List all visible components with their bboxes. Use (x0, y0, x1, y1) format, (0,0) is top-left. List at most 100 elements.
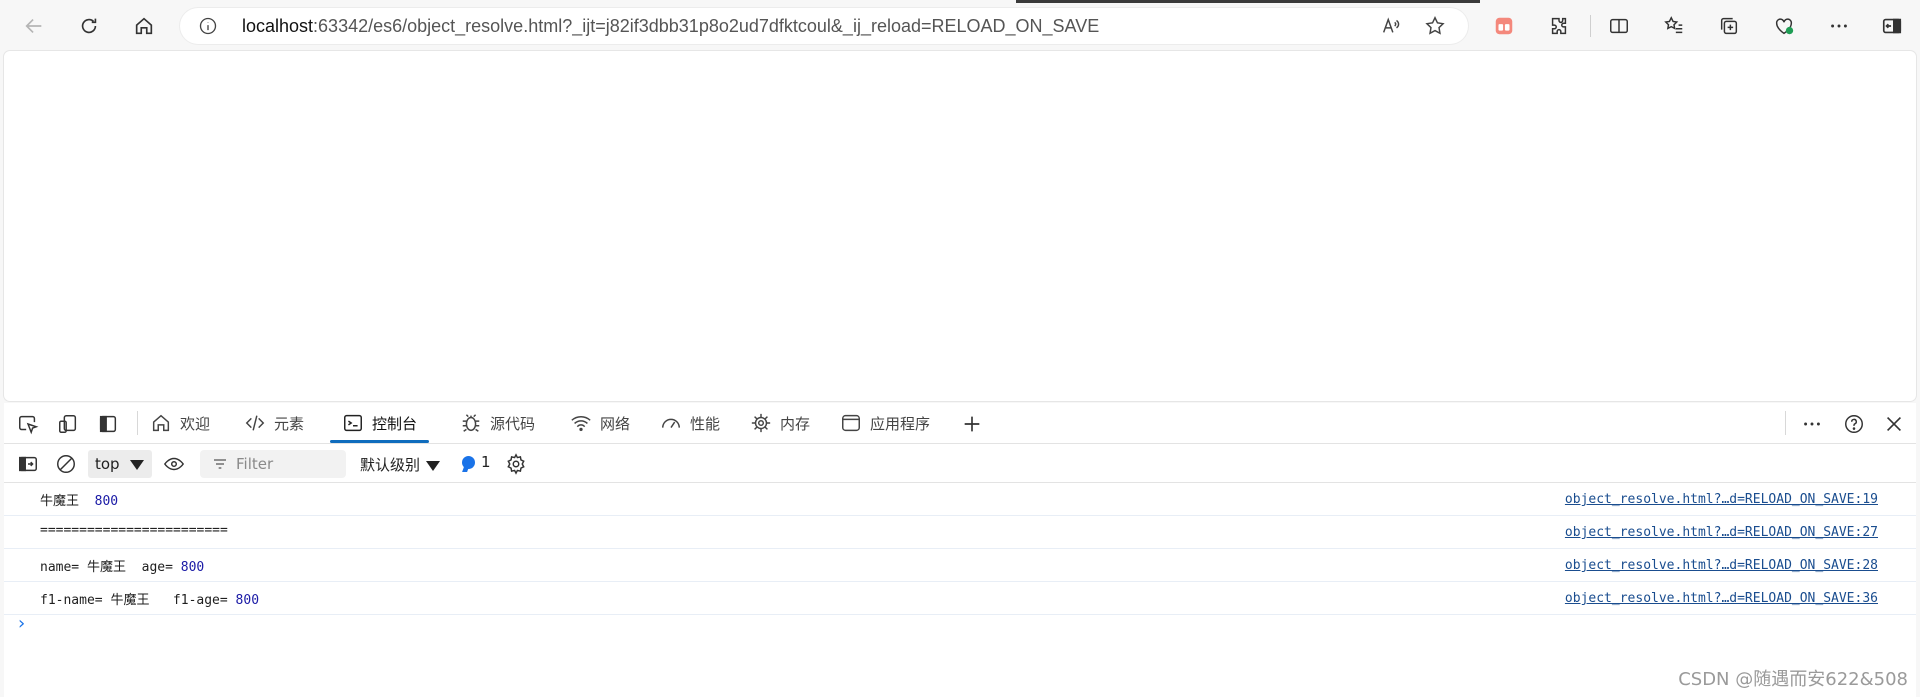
tab-label: 应用程序 (870, 414, 931, 433)
close-icon (1886, 416, 1902, 432)
sidebar-toggle-icon (19, 456, 37, 472)
code-icon (245, 415, 265, 431)
watermark: CSDN @随遇而安622&508 (1678, 669, 1908, 690)
log-source-link[interactable]: object_resolve.html?…d=RELOAD_ON_SAVE:28 (1565, 558, 1878, 573)
extension-button[interactable] (1490, 12, 1518, 40)
url-text[interactable]: localhost:63342/es6/object_resolve.html?… (242, 16, 1242, 37)
read-aloud-icon[interactable] (1380, 15, 1402, 37)
console-settings-button[interactable] (504, 452, 528, 476)
log-number: 800 (180, 560, 205, 575)
sidebar-icon (1882, 18, 1902, 34)
devtools-help-button[interactable] (1842, 412, 1866, 436)
log-message: 牛魔王 800 (40, 490, 118, 509)
favorites-button[interactable] (1660, 12, 1688, 40)
inspect-element-button[interactable] (16, 412, 40, 436)
devtools-tab-bar: 欢迎 元素 控制台 源代码 网络 性能 内存 应用程序 (4, 403, 1916, 444)
console-log-row: 牛魔王 800 object_resolve.html?…d=RELOAD_ON_… (4, 483, 1916, 516)
context-value: top (95, 455, 120, 473)
collections-icon (1720, 17, 1738, 35)
console-prompt-chevron-icon[interactable]: › (18, 613, 25, 634)
heart-pulse-icon (1775, 18, 1794, 35)
message-bubble-icon (462, 455, 475, 469)
tab-bar-right-divider (1785, 411, 1786, 435)
log-source-link[interactable]: object_resolve.html?…d=RELOAD_ON_SAVE:27 (1565, 525, 1878, 540)
dock-panel-icon (99, 415, 117, 433)
devtools-close-button[interactable] (1882, 412, 1906, 436)
back-button[interactable] (20, 12, 48, 40)
extensions-button[interactable] (1545, 12, 1573, 40)
split-screen-icon (1610, 18, 1628, 34)
tab-bar-divider (137, 411, 138, 435)
more-menu-button[interactable] (1825, 12, 1853, 40)
console-sidebar-toggle[interactable] (16, 452, 40, 476)
refresh-button[interactable] (75, 12, 103, 40)
eye-icon (163, 457, 185, 471)
tab-label: 内存 (780, 414, 811, 433)
plus-icon (964, 416, 980, 432)
console-log-row: f1-name= 牛魔王 f1-age= 800 object_resolve.h… (4, 582, 1916, 615)
tab-network[interactable]: 网络 (570, 403, 630, 443)
dropdown-triangle-icon (426, 460, 441, 471)
console-log-area: 牛魔王 800 object_resolve.html?…d=RELOAD_ON_… (4, 483, 1916, 634)
tab-application[interactable]: 应用程序 (840, 403, 930, 443)
split-screen-button[interactable] (1605, 12, 1633, 40)
url-host: localhost (242, 16, 314, 36)
live-expression-button[interactable] (162, 452, 186, 476)
log-text: ======================== (40, 523, 228, 538)
tab-label: 网络 (600, 414, 631, 433)
page-viewport (4, 51, 1916, 401)
log-text: 牛魔王 (40, 494, 95, 509)
dropdown-triangle-icon (130, 460, 144, 470)
console-log-row: ======================== object_resolve.h… (4, 516, 1916, 549)
info-icon[interactable] (198, 16, 218, 36)
log-message: ======================== (40, 523, 228, 538)
ellipsis-icon (1804, 422, 1820, 426)
sidebar-toggle-button[interactable] (1878, 12, 1906, 40)
bug-icon (462, 414, 480, 432)
issues-counter[interactable]: 1 (462, 453, 491, 471)
favorite-star-icon[interactable] (1424, 15, 1446, 37)
clear-console-button[interactable] (54, 452, 78, 476)
devtools-more-button[interactable] (1800, 412, 1824, 436)
log-number: 800 (235, 593, 260, 608)
address-bar[interactable]: localhost:63342/es6/object_resolve.html?… (180, 8, 1468, 44)
toolbar-separator (1590, 15, 1591, 37)
device-icon (59, 415, 77, 433)
tab-console[interactable]: 控制台 (330, 403, 430, 443)
browser-toolbar: localhost:63342/es6/object_resolve.html?… (0, 0, 1920, 52)
home-icon (152, 414, 170, 432)
refresh-icon (81, 18, 97, 34)
browser-essentials-button[interactable] (1770, 12, 1798, 40)
tab-strip-edge (1016, 0, 1480, 3)
help-icon (1845, 415, 1863, 433)
tab-sources[interactable]: 源代码 (460, 403, 535, 443)
filter-icon (214, 459, 226, 469)
dock-toggle-button[interactable] (96, 412, 120, 436)
clear-circle-icon (57, 455, 75, 473)
tab-welcome[interactable]: 欢迎 (150, 403, 210, 443)
puzzle-icon (1551, 17, 1567, 35)
log-levels-dropdown[interactable]: 默认级别 (360, 454, 441, 475)
device-emulation-button[interactable] (56, 412, 80, 436)
log-text: name= 牛魔王 age= (40, 560, 181, 575)
log-source-link[interactable]: object_resolve.html?…d=RELOAD_ON_SAVE:19 (1565, 492, 1878, 507)
log-message: f1-name= 牛魔王 f1-age= 800 (40, 589, 259, 608)
favorites-list-icon (1664, 16, 1683, 34)
tab-performance[interactable]: 性能 (660, 403, 720, 443)
tab-label: 控制台 (372, 414, 418, 433)
filter-input[interactable]: Filter (200, 450, 346, 478)
extension-app-icon (1495, 17, 1513, 35)
context-selector[interactable]: top (88, 450, 152, 478)
tab-label: 性能 (690, 414, 721, 433)
tab-elements[interactable]: 元素 (244, 403, 304, 443)
chip-icon (751, 413, 771, 433)
tab-memory[interactable]: 内存 (750, 403, 810, 443)
add-tab-button[interactable] (960, 412, 984, 436)
gear-icon (507, 453, 525, 475)
tab-label: 元素 (274, 414, 305, 433)
url-path: :63342/es6/object_resolve.html?_ijt=j82i… (313, 16, 1100, 36)
home-button[interactable] (130, 12, 158, 40)
collections-button[interactable] (1715, 12, 1743, 40)
log-source-link[interactable]: object_resolve.html?…d=RELOAD_ON_SAVE:36 (1565, 591, 1878, 606)
filter-placeholder: Filter (236, 455, 274, 473)
